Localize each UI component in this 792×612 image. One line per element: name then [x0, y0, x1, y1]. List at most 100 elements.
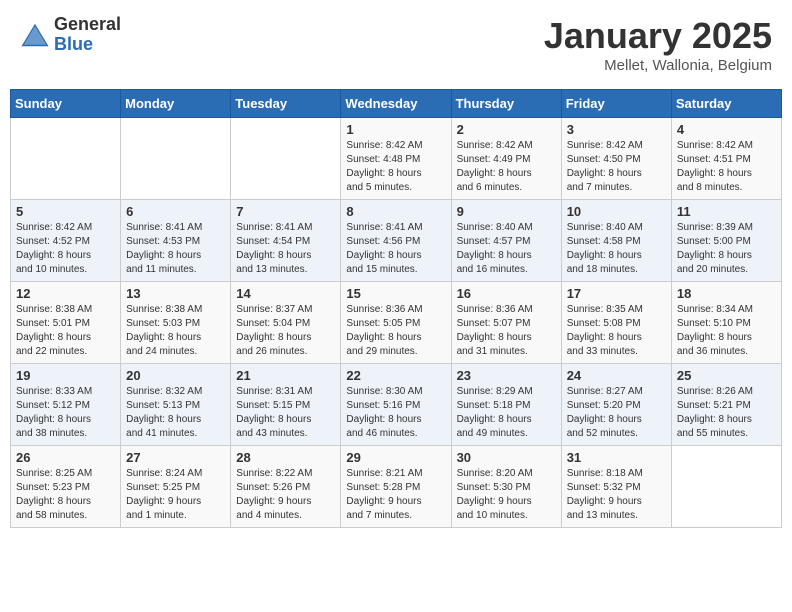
- calendar-cell: 29 Sunrise: 8:21 AM Sunset: 5:28 PM Dayli…: [341, 446, 451, 528]
- day-number: 31: [567, 450, 666, 465]
- calendar-cell: 18 Sunrise: 8:34 AM Sunset: 5:10 PM Dayli…: [671, 282, 781, 364]
- day-info: Sunrise: 8:29 AM Sunset: 5:18 PM Dayligh…: [457, 385, 556, 441]
- calendar-cell: 16Sunrise: 8:36 AM Sunset: 5:07 PM Dayli…: [451, 282, 561, 364]
- calendar-cell: 31 Sunrise: 8:18 AM Sunset: 5:32 PM Dayli…: [561, 446, 671, 528]
- logo-general-text: General: [54, 15, 121, 35]
- calendar-cell: 28 Sunrise: 8:22 AM Sunset: 5:26 PM Dayli…: [231, 446, 341, 528]
- calendar-cell: 19 Sunrise: 8:33 AM Sunset: 5:12 PM Dayli…: [11, 364, 121, 446]
- location-text: Mellet, Wallonia, Belgium: [544, 57, 772, 74]
- calendar-week-row: 1Sunrise: 8:42 AM Sunset: 4:48 PM Daylig…: [11, 118, 782, 200]
- day-number: 1: [346, 122, 445, 137]
- day-info: Sunrise: 8:38 AM Sunset: 5:01 PM Dayligh…: [16, 303, 115, 359]
- day-of-week-header: Thursday: [451, 90, 561, 118]
- calendar-cell: [231, 118, 341, 200]
- day-of-week-header: Sunday: [11, 90, 121, 118]
- day-info: Sunrise: 8:33 AM Sunset: 5:12 PM Dayligh…: [16, 385, 115, 441]
- month-title: January 2025: [544, 15, 772, 57]
- day-number: 13: [126, 286, 225, 301]
- day-number: 18: [677, 286, 776, 301]
- day-of-week-header: Monday: [121, 90, 231, 118]
- day-info: Sunrise: 8:31 AM Sunset: 5:15 PM Dayligh…: [236, 385, 335, 441]
- calendar-cell: 6 Sunrise: 8:41 AM Sunset: 4:53 PM Daylig…: [121, 200, 231, 282]
- day-of-week-header: Wednesday: [341, 90, 451, 118]
- day-info: Sunrise: 8:20 AM Sunset: 5:30 PM Dayligh…: [457, 467, 556, 523]
- page-header: General Blue January 2025 Mellet, Wallon…: [10, 10, 782, 79]
- logo-text: General Blue: [54, 15, 121, 55]
- day-info: Sunrise: 8:30 AM Sunset: 5:16 PM Dayligh…: [346, 385, 445, 441]
- day-number: 25: [677, 368, 776, 383]
- day-number: 9: [457, 204, 556, 219]
- calendar-cell: 2 Sunrise: 8:42 AM Sunset: 4:49 PM Daylig…: [451, 118, 561, 200]
- day-info: Sunrise: 8:21 AM Sunset: 5:28 PM Dayligh…: [346, 467, 445, 523]
- logo-blue-text: Blue: [54, 35, 121, 55]
- day-number: 5: [16, 204, 115, 219]
- calendar-cell: 14 Sunrise: 8:37 AM Sunset: 5:04 PM Dayli…: [231, 282, 341, 364]
- day-number: 7: [236, 204, 335, 219]
- calendar-cell: 30 Sunrise: 8:20 AM Sunset: 5:30 PM Dayli…: [451, 446, 561, 528]
- calendar-table: SundayMondayTuesdayWednesdayThursdayFrid…: [10, 89, 782, 528]
- calendar-cell: [121, 118, 231, 200]
- day-number: 2: [457, 122, 556, 137]
- day-number: 12: [16, 286, 115, 301]
- logo: General Blue: [20, 15, 121, 55]
- calendar-cell: 9Sunrise: 8:40 AM Sunset: 4:57 PM Daylig…: [451, 200, 561, 282]
- calendar-cell: 3 Sunrise: 8:42 AM Sunset: 4:50 PM Daylig…: [561, 118, 671, 200]
- calendar-cell: 23Sunrise: 8:29 AM Sunset: 5:18 PM Dayli…: [451, 364, 561, 446]
- day-info: Sunrise: 8:37 AM Sunset: 5:04 PM Dayligh…: [236, 303, 335, 359]
- calendar-cell: 22Sunrise: 8:30 AM Sunset: 5:16 PM Dayli…: [341, 364, 451, 446]
- day-number: 6: [126, 204, 225, 219]
- calendar-cell: [671, 446, 781, 528]
- calendar-cell: 1Sunrise: 8:42 AM Sunset: 4:48 PM Daylig…: [341, 118, 451, 200]
- day-number: 8: [346, 204, 445, 219]
- day-info: Sunrise: 8:42 AM Sunset: 4:49 PM Dayligh…: [457, 139, 556, 195]
- day-number: 20: [126, 368, 225, 383]
- calendar-cell: 12 Sunrise: 8:38 AM Sunset: 5:01 PM Dayli…: [11, 282, 121, 364]
- day-info: Sunrise: 8:27 AM Sunset: 5:20 PM Dayligh…: [567, 385, 666, 441]
- calendar-cell: 10 Sunrise: 8:40 AM Sunset: 4:58 PM Dayli…: [561, 200, 671, 282]
- day-info: Sunrise: 8:18 AM Sunset: 5:32 PM Dayligh…: [567, 467, 666, 523]
- day-number: 4: [677, 122, 776, 137]
- day-info: Sunrise: 8:26 AM Sunset: 5:21 PM Dayligh…: [677, 385, 776, 441]
- day-info: Sunrise: 8:32 AM Sunset: 5:13 PM Dayligh…: [126, 385, 225, 441]
- day-number: 30: [457, 450, 556, 465]
- day-info: Sunrise: 8:39 AM Sunset: 5:00 PM Dayligh…: [677, 221, 776, 277]
- day-number: 26: [16, 450, 115, 465]
- day-number: 10: [567, 204, 666, 219]
- day-info: Sunrise: 8:42 AM Sunset: 4:51 PM Dayligh…: [677, 139, 776, 195]
- calendar-cell: [11, 118, 121, 200]
- calendar-cell: 26 Sunrise: 8:25 AM Sunset: 5:23 PM Dayli…: [11, 446, 121, 528]
- day-number: 29: [346, 450, 445, 465]
- day-info: Sunrise: 8:40 AM Sunset: 4:58 PM Dayligh…: [567, 221, 666, 277]
- day-info: Sunrise: 8:36 AM Sunset: 5:07 PM Dayligh…: [457, 303, 556, 359]
- day-number: 11: [677, 204, 776, 219]
- calendar-cell: 15 Sunrise: 8:36 AM Sunset: 5:05 PM Dayli…: [341, 282, 451, 364]
- calendar-cell: 21Sunrise: 8:31 AM Sunset: 5:15 PM Dayli…: [231, 364, 341, 446]
- day-number: 17: [567, 286, 666, 301]
- calendar-cell: 20 Sunrise: 8:32 AM Sunset: 5:13 PM Dayli…: [121, 364, 231, 446]
- day-number: 28: [236, 450, 335, 465]
- day-info: Sunrise: 8:25 AM Sunset: 5:23 PM Dayligh…: [16, 467, 115, 523]
- calendar-header-row: SundayMondayTuesdayWednesdayThursdayFrid…: [11, 90, 782, 118]
- calendar-week-row: 19 Sunrise: 8:33 AM Sunset: 5:12 PM Dayli…: [11, 364, 782, 446]
- day-info: Sunrise: 8:41 AM Sunset: 4:56 PM Dayligh…: [346, 221, 445, 277]
- day-info: Sunrise: 8:38 AM Sunset: 5:03 PM Dayligh…: [126, 303, 225, 359]
- day-info: Sunrise: 8:42 AM Sunset: 4:50 PM Dayligh…: [567, 139, 666, 195]
- day-info: Sunrise: 8:41 AM Sunset: 4:54 PM Dayligh…: [236, 221, 335, 277]
- day-info: Sunrise: 8:34 AM Sunset: 5:10 PM Dayligh…: [677, 303, 776, 359]
- calendar-week-row: 12 Sunrise: 8:38 AM Sunset: 5:01 PM Dayli…: [11, 282, 782, 364]
- day-number: 19: [16, 368, 115, 383]
- logo-icon: [20, 20, 50, 50]
- day-of-week-header: Tuesday: [231, 90, 341, 118]
- day-info: Sunrise: 8:42 AM Sunset: 4:52 PM Dayligh…: [16, 221, 115, 277]
- day-info: Sunrise: 8:24 AM Sunset: 5:25 PM Dayligh…: [126, 467, 225, 523]
- day-info: Sunrise: 8:36 AM Sunset: 5:05 PM Dayligh…: [346, 303, 445, 359]
- day-number: 14: [236, 286, 335, 301]
- day-number: 24: [567, 368, 666, 383]
- day-info: Sunrise: 8:41 AM Sunset: 4:53 PM Dayligh…: [126, 221, 225, 277]
- day-number: 27: [126, 450, 225, 465]
- day-number: 3: [567, 122, 666, 137]
- day-info: Sunrise: 8:22 AM Sunset: 5:26 PM Dayligh…: [236, 467, 335, 523]
- calendar-week-row: 5 Sunrise: 8:42 AM Sunset: 4:52 PM Daylig…: [11, 200, 782, 282]
- calendar-cell: 11 Sunrise: 8:39 AM Sunset: 5:00 PM Dayli…: [671, 200, 781, 282]
- day-number: 15: [346, 286, 445, 301]
